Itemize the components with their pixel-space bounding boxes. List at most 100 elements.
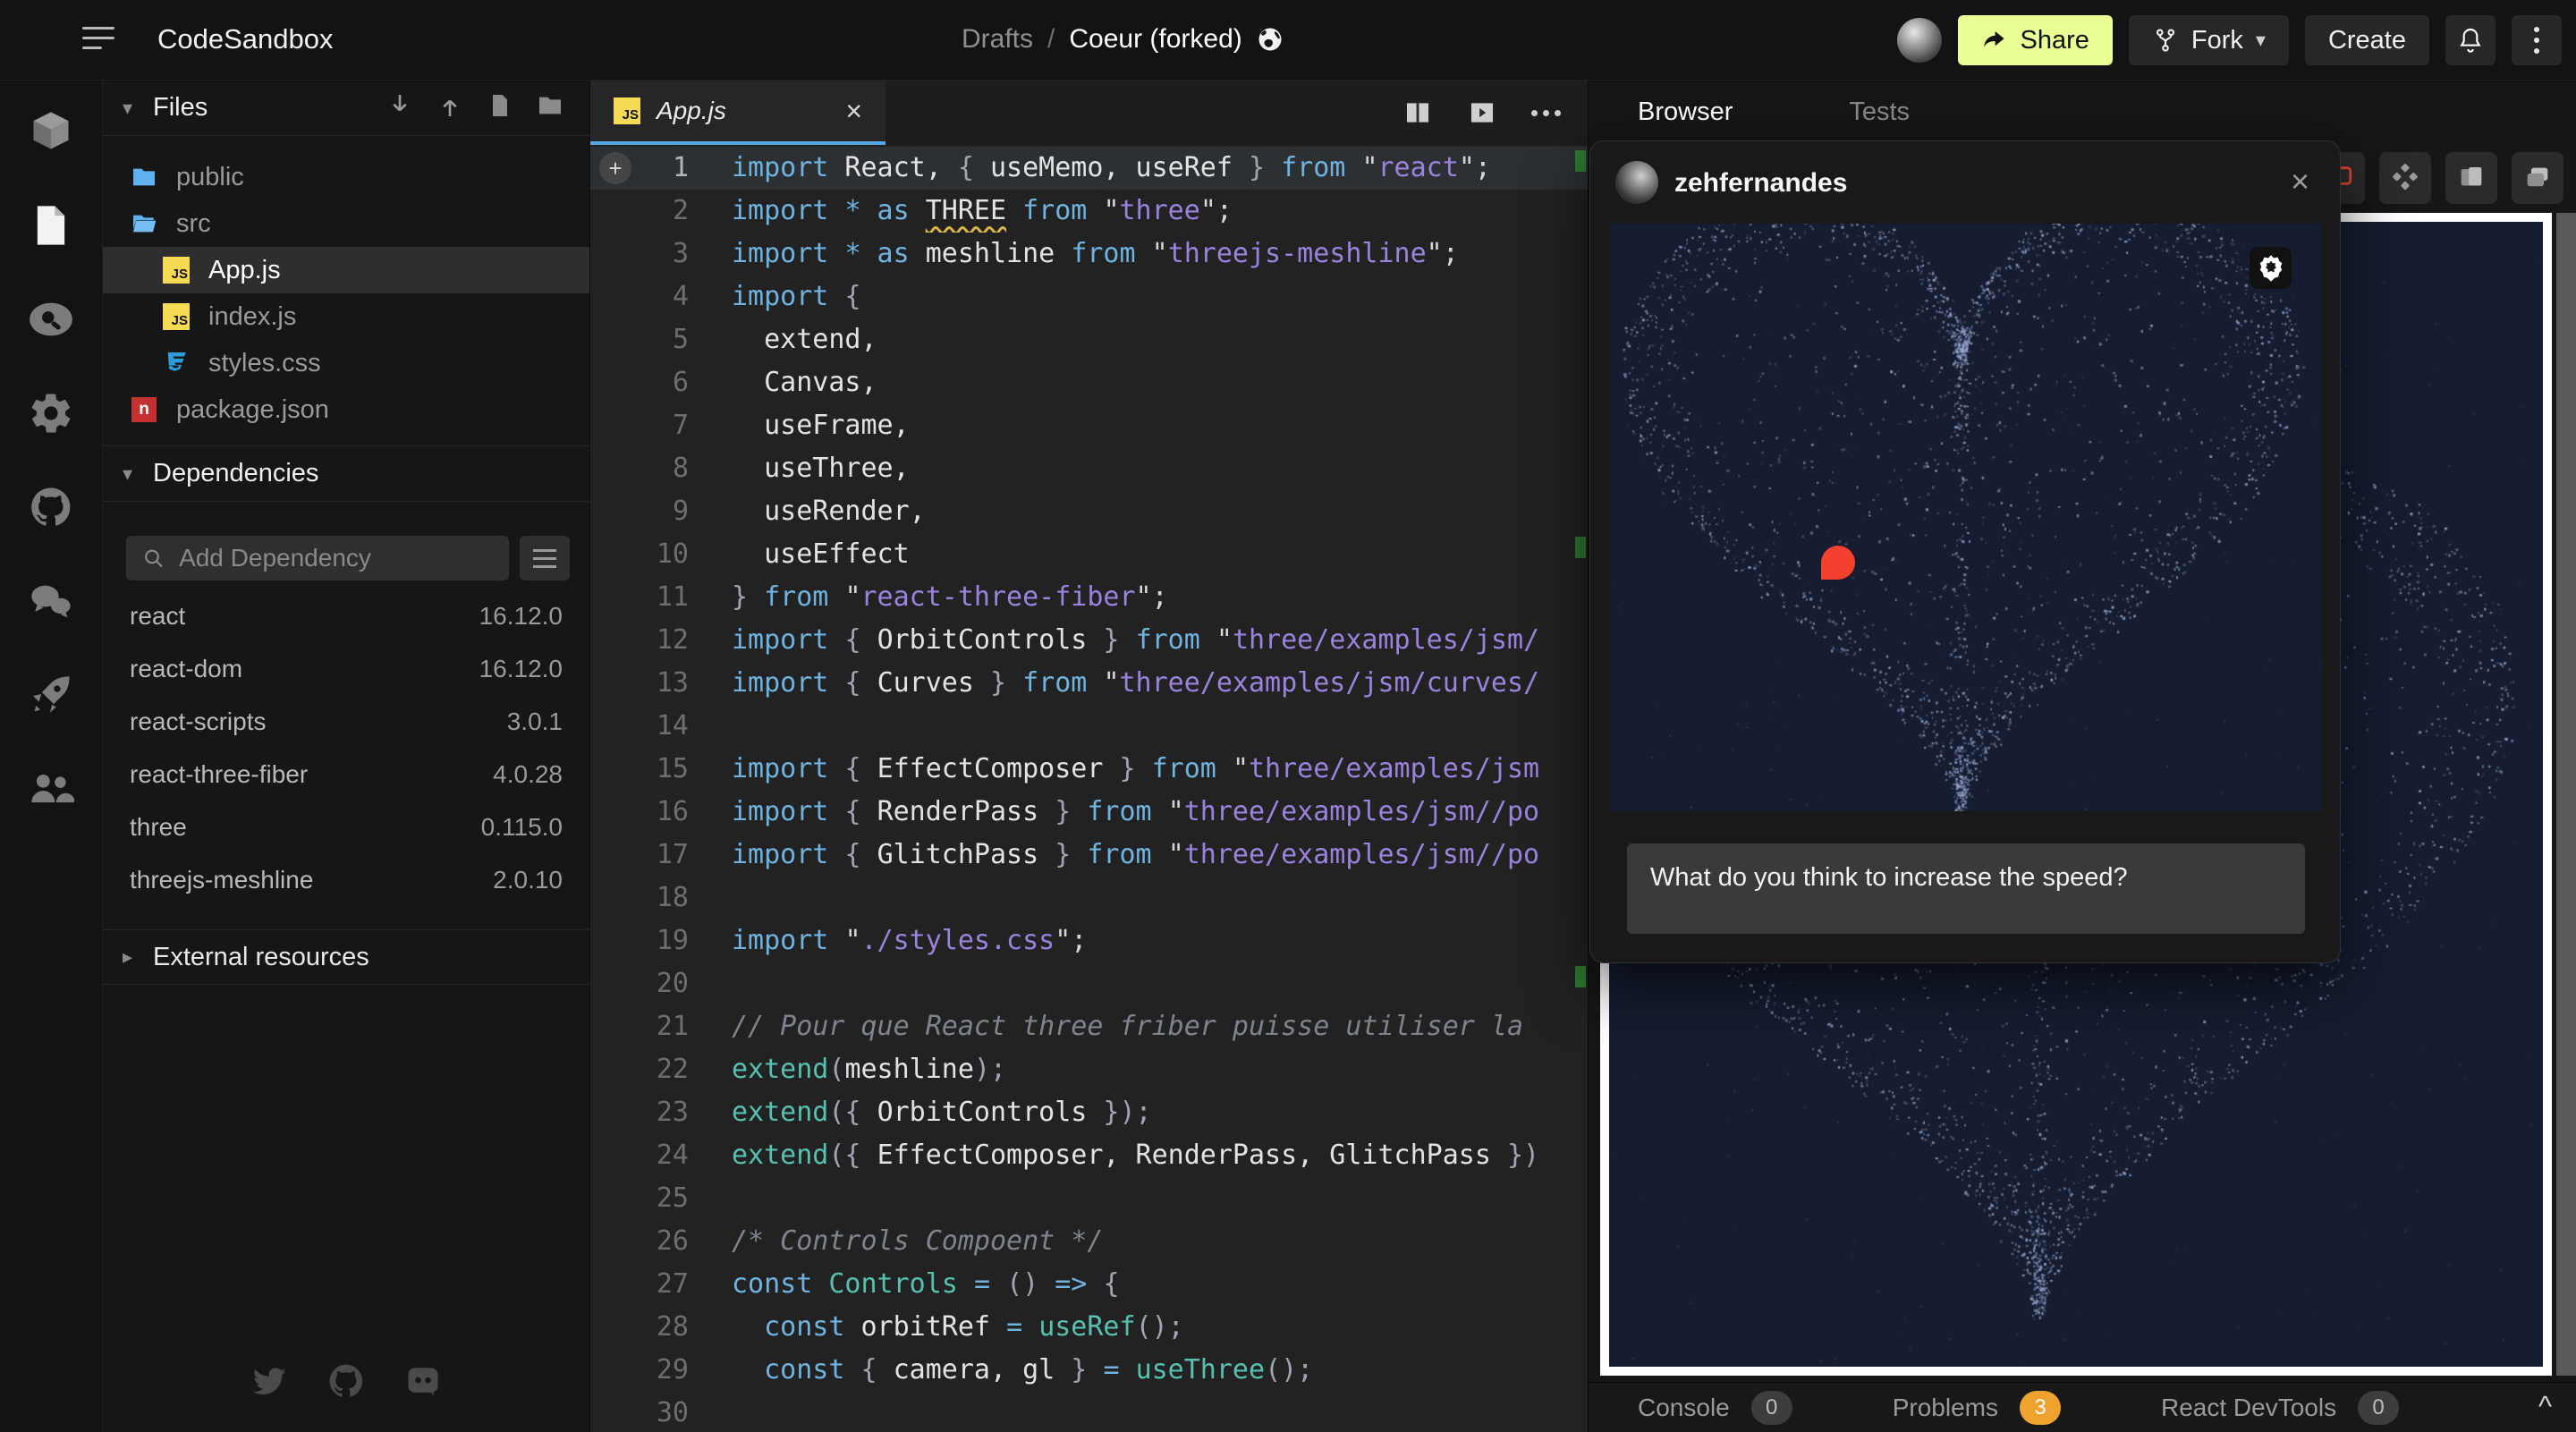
more-menu-button[interactable] (2512, 15, 2562, 65)
expand-devtools-chevron[interactable]: ^ (2538, 1390, 2552, 1423)
expand-caret-icon[interactable]: ▸ (123, 945, 153, 969)
line-number: 9 (672, 496, 689, 527)
explorer-panel: ▾ Files public src JS App.js JS index.js style… (103, 80, 590, 1432)
new-file-icon[interactable] (486, 91, 514, 124)
code-line-25[interactable]: 25 (590, 1177, 1588, 1220)
more-actions-icon[interactable] (1531, 109, 1561, 116)
code-line-8[interactable]: 8 useThree, (590, 447, 1588, 490)
breadcrumb-root[interactable]: Drafts (962, 24, 1033, 55)
github-icon[interactable] (326, 1361, 366, 1405)
code-line-13[interactable]: 13 import { Curves } from "three/examples… (590, 662, 1588, 705)
new-folder-icon[interactable] (536, 91, 564, 124)
code-line-10[interactable]: 10 useEffect (590, 533, 1588, 576)
add-dependency-field[interactable] (126, 536, 509, 580)
rail-users-icon[interactable] (25, 763, 77, 815)
file-item-App.js[interactable]: JS App.js (103, 247, 589, 293)
code-line-1[interactable]: +1 import React, { useMemo, useRef } from… (590, 147, 1588, 190)
rail-github-icon[interactable] (25, 481, 77, 533)
hamburger-menu-icon[interactable] (82, 27, 118, 54)
code-line-23[interactable]: 23 extend({ OrbitControls }); (590, 1091, 1588, 1134)
close-popup-icon[interactable]: × (2291, 163, 2309, 200)
code-line-26[interactable]: 26/* Controls Compoent */ (590, 1220, 1588, 1263)
collapse-caret-icon[interactable]: ▾ (123, 97, 153, 120)
dependency-threejs-meshline[interactable]: threejs-meshline 2.0.10 (103, 853, 589, 906)
create-button[interactable]: Create (2304, 15, 2429, 65)
code-area[interactable]: +1 import React, { useMemo, useRef } from… (590, 147, 1588, 1432)
code-line-12[interactable]: 12 import { OrbitControls } from "three/e… (590, 619, 1588, 662)
twitter-icon[interactable] (250, 1361, 289, 1405)
code-line-4[interactable]: 4 import { (590, 275, 1588, 318)
code-line-2[interactable]: 2 import * as THREE from "three"; (590, 190, 1588, 233)
close-tab-icon[interactable]: × (845, 97, 862, 125)
code-line-3[interactable]: 3 import * as meshline from "threejs-mesh… (590, 233, 1588, 275)
split-view-icon[interactable] (1402, 97, 1433, 128)
discord-icon[interactable] (403, 1361, 443, 1405)
upload-icon[interactable] (436, 91, 464, 124)
dependency-react-three-fiber[interactable]: react-three-fiber 4.0.28 (103, 748, 589, 801)
rail-rocket-icon[interactable] (25, 669, 77, 721)
commenter-avatar[interactable] (1615, 161, 1658, 204)
file-item-src[interactable]: src (103, 200, 589, 247)
dependency-three[interactable]: three 0.115.0 (103, 801, 589, 853)
notifications-button[interactable] (2445, 15, 2496, 65)
code-line-27[interactable]: 27 const Controls = () => { (590, 1263, 1588, 1306)
globe-icon[interactable] (1257, 26, 1284, 53)
rail-chat-icon[interactable] (25, 575, 77, 627)
new-window-button[interactable] (2512, 152, 2563, 204)
code-line-9[interactable]: 9 useRender, (590, 490, 1588, 533)
devices-button[interactable] (2445, 152, 2497, 204)
tab-appjs[interactable]: JS App.js × (590, 80, 886, 145)
tab-tests[interactable]: Tests (1849, 97, 1910, 127)
comment-pin-marker[interactable] (1821, 546, 1855, 580)
preview-scrollbar[interactable] (2556, 213, 2576, 1376)
code-line-11[interactable]: 11} from "react-three-fiber"; (590, 576, 1588, 619)
code-line-5[interactable]: 5 extend, (590, 318, 1588, 361)
code-line-21[interactable]: 21// Pour que React three friber puisse … (590, 1005, 1588, 1048)
rail-search-icon[interactable] (25, 293, 77, 345)
dependencies-section-header[interactable]: ▾ Dependencies (103, 446, 589, 502)
share-button[interactable]: Share (1957, 15, 2113, 65)
code-line-24[interactable]: 24 extend({ EffectComposer, RenderPass, G… (590, 1134, 1588, 1177)
statusbar-react-devtools[interactable]: React DevTools 0 (2161, 1390, 2400, 1425)
dependency-react-scripts[interactable]: react-scripts 3.0.1 (103, 695, 589, 748)
user-avatar[interactable] (1896, 18, 1942, 63)
responsive-mode-button[interactable] (2379, 152, 2431, 204)
download-icon[interactable] (386, 91, 414, 124)
code-line-17[interactable]: 17 import { GlitchPass } from "three/exam… (590, 834, 1588, 877)
collapse-caret-icon[interactable]: ▾ (123, 462, 153, 486)
code-line-16[interactable]: 16 import { RenderPass } from "three/exam… (590, 791, 1588, 834)
open-preview-icon[interactable] (1467, 97, 1497, 128)
statusbar-problems[interactable]: Problems 3 (1893, 1390, 2061, 1425)
rail-gear-icon[interactable] (25, 387, 77, 439)
code-line-7[interactable]: 7 useFrame, (590, 404, 1588, 447)
dependency-react-dom[interactable]: react-dom 16.12.0 (103, 642, 589, 695)
code-line-30[interactable]: 30 (590, 1392, 1588, 1432)
statusbar-console[interactable]: Console 0 (1638, 1390, 1792, 1425)
code-line-14[interactable]: 14 (590, 705, 1588, 748)
comment-input[interactable]: What do you think to increase the speed? (1627, 843, 2305, 934)
code-line-15[interactable]: 15 import { EffectComposer } from "three/… (590, 748, 1588, 791)
file-item-public[interactable]: public (103, 154, 589, 200)
dependency-react[interactable]: react 16.12.0 (103, 589, 589, 642)
rail-cube-icon[interactable] (25, 106, 77, 157)
file-item-package.json[interactable]: n package.json (103, 386, 589, 433)
fork-dropdown-caret[interactable]: ▾ (2256, 29, 2266, 52)
code-line-18[interactable]: 18 (590, 877, 1588, 919)
file-item-index.js[interactable]: JS index.js (103, 293, 589, 340)
code-line-19[interactable]: 19 import "./styles.css"; (590, 919, 1588, 962)
rail-file-icon[interactable] (25, 199, 77, 251)
files-section-header[interactable]: ▾ Files (103, 80, 589, 136)
file-tree: public src JS App.js JS index.js styles.css n pa… (103, 136, 589, 446)
fork-button[interactable]: Fork ▾ (2128, 15, 2289, 65)
dependency-menu-button[interactable] (520, 536, 570, 580)
code-line-22[interactable]: 22 extend(meshline); (590, 1048, 1588, 1091)
code-line-6[interactable]: 6 Canvas, (590, 361, 1588, 404)
external-resources-header[interactable]: ▸ External resources (103, 929, 589, 985)
code-line-20[interactable]: 20 (590, 962, 1588, 1005)
breadcrumb-current[interactable]: Coeur (forked) (1069, 24, 1241, 55)
tab-browser[interactable]: Browser (1638, 97, 1733, 127)
code-line-29[interactable]: 29 const { camera, gl } = useThree(); (590, 1349, 1588, 1392)
code-line-28[interactable]: 28 const orbitRef = useRef(); (590, 1306, 1588, 1349)
file-item-styles.css[interactable]: styles.css (103, 340, 589, 386)
add-dependency-input[interactable] (179, 544, 493, 572)
